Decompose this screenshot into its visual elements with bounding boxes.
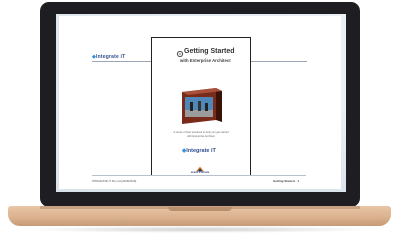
- laptop-screen: ◆Integrate iT Getting Started with Enter…: [56, 14, 346, 192]
- header-rule-left: [92, 61, 152, 62]
- gear-icon: [176, 50, 184, 58]
- laptop-shadow: [18, 226, 381, 233]
- footer-right-text: Getting Started · 1: [273, 179, 300, 183]
- footer-rule: [92, 175, 306, 176]
- cover-brand-text: Integrate iT: [186, 148, 216, 154]
- cover-brand-logo: ◆Integrate iT: [182, 148, 216, 154]
- footer-left-text: INTEGRATE IT Pty Ltd (2018/2019): [92, 179, 137, 183]
- side-brand-text: Integrate iT: [96, 54, 126, 60]
- side-brand-logo: ◆Integrate iT: [92, 54, 125, 60]
- cover-title: Getting Started: [184, 48, 235, 55]
- laptop-opening-notch: [168, 207, 232, 211]
- cover-page: Getting Started with Enterprise Architec…: [151, 37, 251, 176]
- cover-subtitle: with Enterprise Architect: [180, 58, 231, 63]
- cover-description: A series of best practices to help you g…: [160, 131, 242, 138]
- cover-description-line: with Enterprise Architect: [187, 134, 215, 138]
- header-rule-right: [249, 61, 307, 62]
- document-page: ◆Integrate iT Getting Started with Enter…: [59, 16, 341, 189]
- product-box-image: [182, 88, 222, 124]
